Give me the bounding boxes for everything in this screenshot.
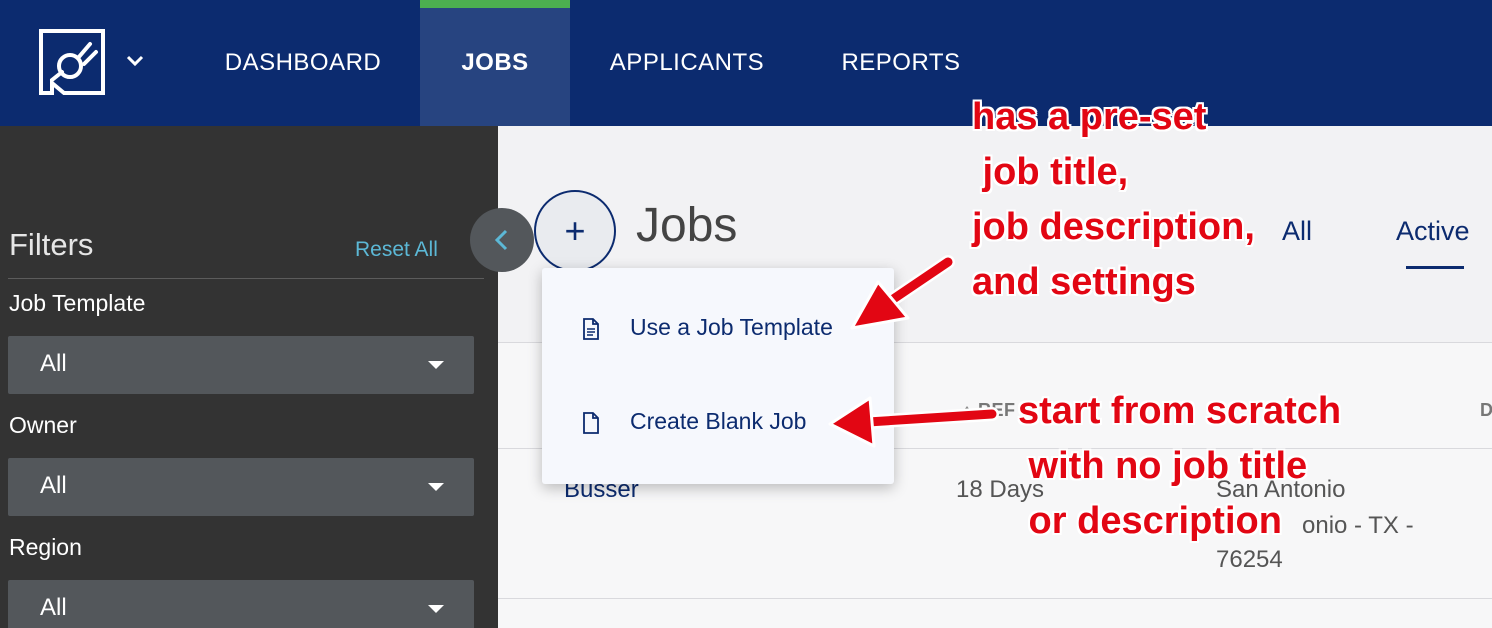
owner-select[interactable]: All <box>8 458 474 516</box>
filter-label-owner: Owner <box>9 412 77 438</box>
chevron-down-icon[interactable] <box>124 50 146 72</box>
menu-item-label: Use a Job Template <box>630 314 833 340</box>
menu-item-create-blank-job[interactable]: Create Blank Job <box>542 388 894 458</box>
collapse-sidebar-button[interactable] <box>470 208 534 272</box>
caret-down-icon <box>428 605 444 613</box>
menu-item-label: Create Blank Job <box>630 408 807 434</box>
table-divider <box>498 598 1492 599</box>
column-header-ref[interactable]: REF <box>962 400 1016 421</box>
nav-dashboard[interactable]: DASHBOARD <box>196 0 410 126</box>
filters-title: Filters <box>9 227 94 262</box>
page-title: Jobs <box>636 199 738 252</box>
select-value: All <box>40 350 67 377</box>
column-header-d[interactable]: D <box>1480 400 1492 421</box>
caret-down-icon <box>428 361 444 369</box>
caret-down-icon <box>428 483 444 491</box>
filters-divider <box>8 278 484 279</box>
tab-all[interactable]: All <box>1282 216 1312 247</box>
region-select[interactable]: All <box>8 580 474 628</box>
nav-applicants[interactable]: APPLICANTS <box>590 0 784 126</box>
plus-icon: + <box>564 210 586 251</box>
annotation-blank-note: start from scratch with no job title or … <box>1018 390 1342 542</box>
filters-sidebar: Filters Reset All Job Template All Owner… <box>0 126 498 628</box>
new-job-menu: Use a Job Template Create Blank Job <box>542 268 894 484</box>
top-navigation-bar: DASHBOARD JOBS APPLICANTS REPORTS <box>0 0 1492 126</box>
filter-label-job-template: Job Template <box>9 290 146 316</box>
document-blank-icon <box>583 412 599 434</box>
sort-icon <box>962 406 972 413</box>
filter-label-region: Region <box>9 534 82 560</box>
add-job-button[interactable]: + <box>534 190 616 272</box>
select-value: All <box>40 594 67 621</box>
document-lines-icon <box>583 318 599 340</box>
active-tab-indicator <box>1406 266 1464 269</box>
job-template-select[interactable]: All <box>8 336 474 394</box>
reset-all-link[interactable]: Reset All <box>355 238 438 262</box>
broken-plug-logo-icon[interactable] <box>38 28 106 96</box>
nav-jobs[interactable]: JOBS <box>420 0 570 126</box>
menu-item-use-job-template[interactable]: Use a Job Template <box>542 294 894 364</box>
chevron-left-icon <box>494 229 508 251</box>
tab-active[interactable]: Active <box>1396 216 1470 247</box>
annotation-template-note: has a pre-set job title, job description… <box>972 96 1255 303</box>
select-value: All <box>40 472 67 499</box>
job-location-line-3: 76254 <box>1216 546 1283 573</box>
nav-reports[interactable]: REPORTS <box>822 0 980 126</box>
